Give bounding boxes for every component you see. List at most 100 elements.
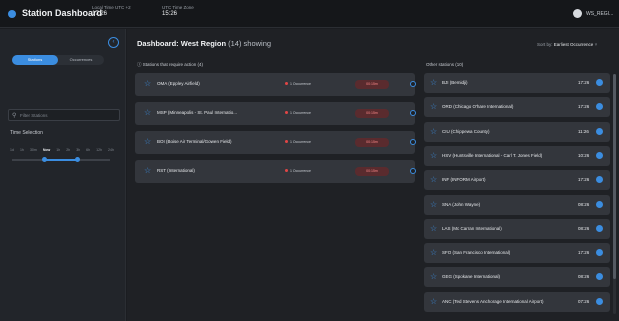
other-station-card[interactable]: ☆ CIU (Chippewa County) 11:26 xyxy=(424,121,610,142)
star-icon[interactable]: ☆ xyxy=(430,224,437,233)
local-time-clock: Local Time UTC +2 17:26 xyxy=(92,5,131,17)
range-end-handle[interactable] xyxy=(75,157,81,162)
other-station-card[interactable]: ☆ BJI (Bemidji) 17:26 xyxy=(424,73,610,93)
alert-dot-icon xyxy=(285,169,288,172)
action-station-card[interactable]: ☆ MSP (Minneapolis - St. Paul Internatio.… xyxy=(135,102,416,125)
status-pill: 00:15m xyxy=(355,167,389,176)
top-bar: Station Dashboard Local Time UTC +2 17:2… xyxy=(0,0,619,28)
range-start-handle[interactable] xyxy=(41,157,47,162)
action-section-label: Stations that require action (4) xyxy=(142,62,204,67)
sidebar: ‹ Stations Occurrences ⚲ Time Selection … xyxy=(0,29,126,321)
time-tick: 6h xyxy=(86,148,91,152)
time-tick: 2h xyxy=(66,148,71,152)
occurrence-label: 1 Occurrence xyxy=(290,111,312,115)
page-title-count: (14) showing xyxy=(226,39,272,48)
other-station-card[interactable]: ☆ INF (INFORM Airport) 17:26 xyxy=(424,170,610,191)
star-icon[interactable]: ☆ xyxy=(430,297,437,306)
station-time: 08:26 xyxy=(578,225,590,231)
other-station-card[interactable]: ☆ ANC (Ted Stevens Anchorage Internationa… xyxy=(424,291,610,312)
filter-stations-input[interactable] xyxy=(20,111,118,120)
utc-time-label: UTC Time Zone xyxy=(162,5,194,10)
utc-time-clock: UTC Time Zone 15:26 xyxy=(162,5,194,17)
occurrence-badge: 1 Occurrence xyxy=(285,169,311,173)
info-icon[interactable] xyxy=(596,273,603,281)
occurrence-badge: 1 Occurrence xyxy=(285,82,311,86)
other-station-card[interactable]: ☆ GEG (Spokane International) 08:26 xyxy=(424,267,610,288)
station-time: 08:26 xyxy=(578,201,590,207)
star-icon[interactable]: ☆ xyxy=(144,80,151,88)
row-indicator-icon xyxy=(410,139,416,145)
row-indicator-icon xyxy=(410,168,416,174)
scrollbar-thumb[interactable] xyxy=(613,74,616,279)
status-pill: 00:15m xyxy=(355,80,389,89)
star-icon[interactable]: ☆ xyxy=(430,151,437,160)
sort-label: Sort by: xyxy=(537,42,553,47)
utc-time-value: 15:26 xyxy=(162,11,178,17)
sort-dropdown[interactable]: Sort by: Earliest Occurrence ˅ xyxy=(537,42,597,47)
info-icon[interactable] xyxy=(596,151,603,159)
tab-stations[interactable]: Stations xyxy=(12,55,58,65)
avatar-icon[interactable] xyxy=(573,9,582,18)
station-name: LAS (Mc Carran International) xyxy=(442,225,502,231)
time-ticks: 1d 1h 30m Now 1h 2h 3h 6h 12h 24h xyxy=(10,148,114,152)
other-station-card[interactable]: ☆ LAS (Mc Carran International) 08:26 xyxy=(424,218,610,239)
occurrence-badge: 1 Occurrence xyxy=(285,111,311,115)
star-icon[interactable]: ☆ xyxy=(430,127,437,136)
star-icon[interactable]: ☆ xyxy=(144,167,151,175)
station-time: 11:26 xyxy=(578,128,589,134)
star-icon[interactable]: ☆ xyxy=(144,138,151,146)
info-icon[interactable] xyxy=(596,297,603,305)
star-icon[interactable]: ☆ xyxy=(144,109,151,117)
station-time: 08:26 xyxy=(578,274,590,280)
time-selection-title: Time Selection xyxy=(10,130,43,136)
user-name[interactable]: WS_REGI... xyxy=(586,11,613,17)
action-station-card[interactable]: ☆ RST (International) 1 Occurrence 00:15m xyxy=(135,160,416,183)
station-time: 17:26 xyxy=(578,250,590,256)
station-name: MSP (Minneapolis - St. Paul Internatio..… xyxy=(157,110,237,115)
action-station-card[interactable]: ☆ BOI (Boise Air Terminal/Gowen Field) 1 O… xyxy=(135,131,416,154)
star-icon[interactable]: ☆ xyxy=(430,249,437,257)
action-section-title: ⓘ Stations that require action (4) xyxy=(137,62,203,68)
time-tick: 1h xyxy=(19,148,24,152)
station-name: CIU (Chippewa County) xyxy=(442,128,490,134)
alert-dot-icon xyxy=(285,111,288,114)
info-icon[interactable] xyxy=(596,79,603,86)
station-name: BJI (Bemidji) xyxy=(442,80,468,85)
station-name: BOI (Boise Air Terminal/Gowen Field) xyxy=(157,139,232,144)
station-name: OMA (Eppley Airfield) xyxy=(157,81,200,86)
station-name: ORD (Chicago O'hare International) xyxy=(442,104,514,110)
other-station-card[interactable]: ☆ SFO (San Francisco International) 17:26 xyxy=(424,243,610,264)
station-name: SFO (San Francisco International) xyxy=(442,250,511,256)
other-station-card[interactable]: ☆ ORD (Chicago O'hare International) 17:26 xyxy=(424,97,610,118)
action-station-card[interactable]: ☆ OMA (Eppley Airfield) 1 Occurrence 00:15m xyxy=(135,73,416,96)
time-tick: 24h xyxy=(108,148,114,152)
station-name: HSV (Huntsville International - Carl T. … xyxy=(442,152,543,158)
occurrence-label: 1 Occurrence xyxy=(290,82,312,86)
info-icon[interactable] xyxy=(596,127,603,135)
status-pill: 00:15m xyxy=(355,109,389,118)
info-icon: ⓘ xyxy=(137,62,142,67)
time-tick: 1h xyxy=(56,148,61,152)
status-pill: 00:15m xyxy=(355,138,389,147)
main-panel: Dashboard: West Region (14) showing Sort… xyxy=(127,29,619,321)
info-icon[interactable] xyxy=(596,103,603,111)
info-icon[interactable] xyxy=(596,200,603,208)
collapse-icon[interactable]: ‹ xyxy=(108,37,119,48)
sidebar-tab-switch: Stations Occurrences xyxy=(12,55,104,65)
sort-value: Earliest Occurrence xyxy=(553,42,594,47)
info-icon[interactable] xyxy=(596,249,603,257)
tab-occurrences[interactable]: Occurrences xyxy=(58,55,104,65)
star-icon[interactable]: ☆ xyxy=(430,176,437,184)
info-icon[interactable] xyxy=(596,224,603,232)
search-icon: ⚲ xyxy=(12,113,17,119)
other-station-card[interactable]: ☆ SNA (John Wayne) 08:26 xyxy=(424,194,610,215)
info-icon[interactable] xyxy=(596,176,603,184)
other-station-card[interactable]: ☆ HSV (Huntsville International - Carl T.… xyxy=(424,145,610,166)
star-icon[interactable]: ☆ xyxy=(430,273,437,281)
chevron-down-icon: ˅ xyxy=(594,42,598,47)
star-icon[interactable]: ☆ xyxy=(430,79,437,87)
star-icon[interactable]: ☆ xyxy=(430,103,437,111)
time-tick: 1d xyxy=(10,148,14,152)
time-tick-now: Now xyxy=(42,148,51,152)
star-icon[interactable]: ☆ xyxy=(430,200,437,209)
